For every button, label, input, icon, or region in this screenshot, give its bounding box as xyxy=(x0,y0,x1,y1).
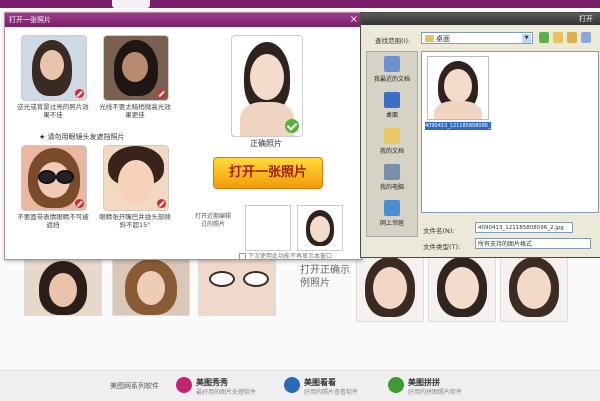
series-label: 美图网系列软件 xyxy=(110,382,159,390)
dont-show-label: 下次使用此功能不再显示本窗口 xyxy=(248,253,333,260)
check-icon xyxy=(285,119,299,133)
close-icon[interactable]: × xyxy=(350,14,358,25)
place-label: 我的文档 xyxy=(379,148,404,155)
my-computer-icon xyxy=(384,164,400,180)
file-list[interactable]: 4090413_121185808096_2.jpg xyxy=(421,51,599,213)
bottom-item-desc: 好用的照片查看软件 xyxy=(304,389,359,396)
bottom-item-meitu-kankan[interactable]: 美图看看 好用的照片查看软件 xyxy=(284,375,380,397)
app-top-bar xyxy=(0,0,600,8)
bg-photo-4 xyxy=(356,254,424,322)
file-thumbnail[interactable] xyxy=(427,56,489,120)
recent-slot-empty[interactable] xyxy=(245,205,291,251)
bg-photo-1 xyxy=(24,256,102,316)
place-label: 我的电脑 xyxy=(379,184,404,191)
my-documents-icon xyxy=(384,128,400,144)
folder-icon xyxy=(425,35,434,42)
place-my-documents[interactable]: 我的文档 xyxy=(367,126,417,160)
file-dialog-title-bar: 打开 xyxy=(361,13,600,25)
file-type-select[interactable]: 所有支持的图片格式 xyxy=(475,238,591,249)
bg-photo-2 xyxy=(112,256,190,316)
file-type-label: 文件类型(T): xyxy=(423,243,461,251)
cross-icon xyxy=(157,199,166,208)
dont-show-checkbox[interactable]: 下次使用此功能不再显示本窗口 xyxy=(239,251,332,260)
sample-photo-3 xyxy=(21,145,87,211)
look-in-select[interactable]: 桌面 ▼ xyxy=(421,32,533,44)
file-name-input[interactable]: 4090413_121185808096_2.jpg xyxy=(475,222,573,233)
look-in-label: 查找范围(I): xyxy=(375,37,411,45)
recent-photo-thumb[interactable] xyxy=(297,205,343,251)
place-my-computer[interactable]: 我的电脑 xyxy=(367,162,417,196)
sample-caption-3: 不要面带表情眼睛不可被遮挡 xyxy=(17,213,89,229)
sample-photo-2 xyxy=(103,35,169,101)
dialog-title: 打开一张照片 xyxy=(9,16,51,24)
file-name-label: 文件名(N): xyxy=(423,227,455,235)
file-dialog-title: 打开 xyxy=(579,15,593,23)
bottom-item-meitu-xiuxiu[interactable]: 美图秀秀 最好用的图片处理软件 xyxy=(176,375,276,397)
place-network[interactable]: 网上邻居 xyxy=(367,198,417,232)
place-label: 我最近的文档 xyxy=(373,76,410,83)
cross-icon xyxy=(157,89,166,98)
correct-photo-label: 正确照片 xyxy=(250,139,282,148)
file-open-dialog: 打开 查找范围(I): 桌面 ▼ 我最近的文档 桌面 我的文档 我的电脑 网上邻… xyxy=(360,12,600,258)
bg-photo-3 xyxy=(198,256,276,316)
look-in-value: 桌面 xyxy=(436,35,450,43)
bg-correct-text: 打开正确示例照片 xyxy=(300,265,350,289)
top-tab[interactable] xyxy=(112,0,150,8)
chevron-down-icon[interactable]: ▼ xyxy=(522,34,531,43)
sample-caption-4: 眼睛张开嘴巴并拢头部倾斜不超15° xyxy=(99,213,171,229)
bottom-item-meitu-pinpin[interactable]: 美图拼拼 好用的拼图照片软件 xyxy=(388,375,488,397)
dialog-title-bar: 打开一张照片 × xyxy=(5,13,361,27)
new-folder-button[interactable] xyxy=(567,32,577,43)
desktop-icon xyxy=(384,92,400,108)
bg-photo-6 xyxy=(500,254,568,322)
open-photo-dialog: 打开一张照片 × 逆光或背景过亮的照片效果不佳 光线不要太暗稍微高光效果更佳 ★… xyxy=(4,12,362,260)
place-label: 网上邻居 xyxy=(379,220,404,227)
view-menu-button[interactable] xyxy=(581,32,591,43)
bottom-item-desc: 最好用的图片处理软件 xyxy=(196,389,257,396)
bottom-bar: 美图网系列软件 美图秀秀 最好用的图片处理软件 美图看看 好用的照片查看软件 美… xyxy=(0,370,600,401)
sample-photo-4 xyxy=(103,145,169,211)
file-name-selected[interactable]: 4090413_121185808096_2.jpg xyxy=(425,122,503,130)
up-folder-button[interactable] xyxy=(553,32,563,43)
bottom-item-desc: 好用的拼图照片软件 xyxy=(408,389,463,396)
place-desktop[interactable]: 桌面 xyxy=(367,90,417,124)
network-icon xyxy=(384,200,400,216)
hint-text: ★ 请勿用眼镜头发遮挡照片 xyxy=(39,133,125,141)
sample-caption-1: 逆光或背景过亮的照片效果不佳 xyxy=(17,103,89,119)
sample-caption-2: 光线不要太暗稍微高光效果更佳 xyxy=(99,103,171,119)
meitu-pinpin-icon xyxy=(388,377,404,393)
open-photo-button[interactable]: 打开一张照片 xyxy=(213,157,323,189)
back-button[interactable] xyxy=(539,32,549,43)
checkbox-icon xyxy=(239,253,246,260)
recent-docs-icon xyxy=(384,56,400,72)
meitu-kankan-icon xyxy=(284,377,300,393)
sample-photo-1 xyxy=(21,35,87,101)
recent-label: 打开近期编辑过的照片 xyxy=(194,213,231,228)
cross-icon xyxy=(75,89,84,98)
cross-icon xyxy=(75,199,84,208)
bg-photo-5 xyxy=(428,254,496,322)
place-label: 桌面 xyxy=(385,112,398,119)
meitu-xiuxiu-icon xyxy=(176,377,192,393)
place-recent[interactable]: 我最近的文档 xyxy=(367,54,417,88)
places-bar: 我最近的文档 桌面 我的文档 我的电脑 网上邻居 xyxy=(366,51,418,237)
